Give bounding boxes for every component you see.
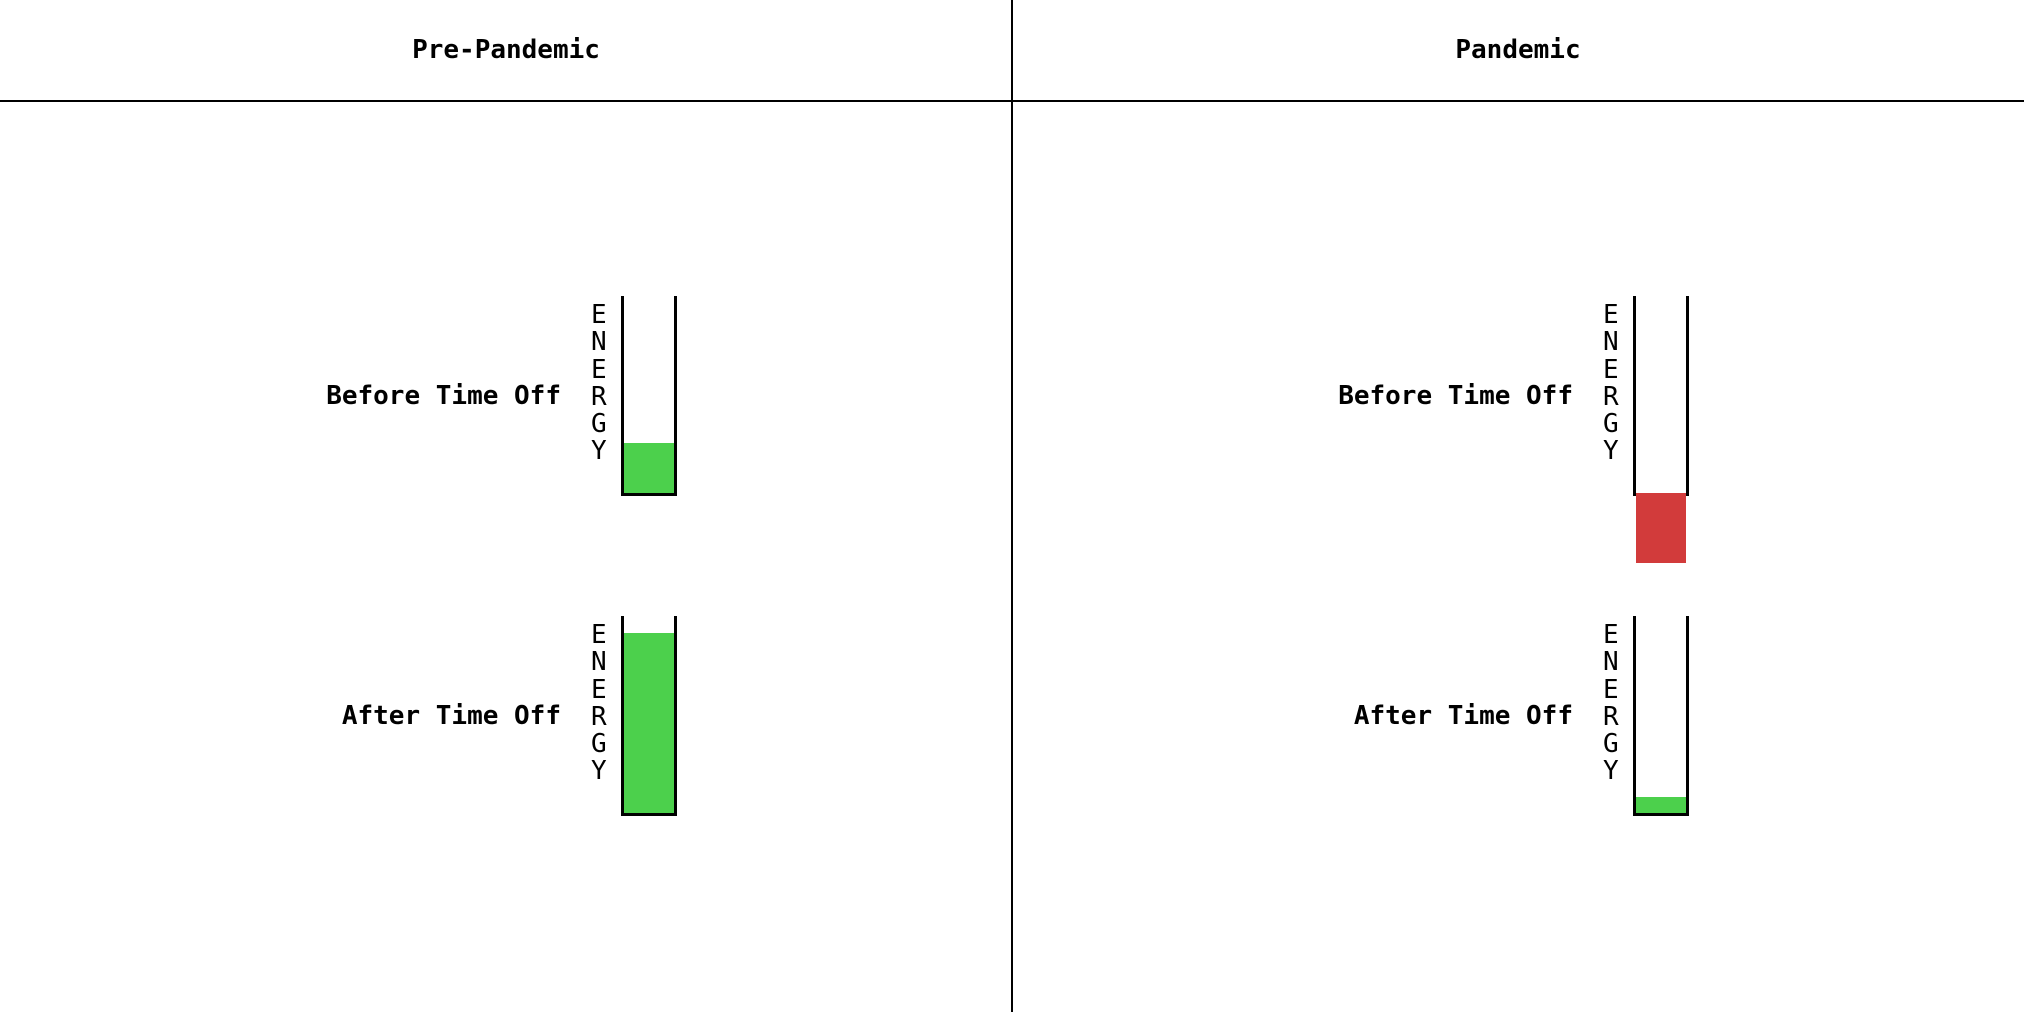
energy-gauge: ENERGY — [1603, 616, 1723, 816]
vertical-divider — [1011, 0, 1013, 1012]
row-label: After Time Off — [1313, 701, 1573, 731]
row-label: Before Time Off — [1313, 381, 1573, 411]
gauge-fill-overflow — [1636, 493, 1686, 563]
gauge-tube — [621, 616, 677, 816]
row-left-before: Before Time Off ENERGY — [60, 296, 952, 496]
comparison-grid: Pre-Pandemic Pandemic Before Time Off EN… — [0, 0, 2024, 1012]
gauge-fill — [1636, 797, 1686, 813]
gauge-fill — [624, 633, 674, 813]
gauge-tube — [621, 296, 677, 496]
row-right-after: After Time Off ENERGY — [1072, 616, 1964, 816]
row-label: Before Time Off — [301, 381, 561, 411]
axis-label-energy: ENERGY — [591, 296, 607, 466]
row-left-after: After Time Off ENERGY — [60, 616, 952, 816]
gauge-tube — [1633, 616, 1689, 816]
panel-pre-pandemic: Before Time Off ENERGY After Time Off EN… — [0, 100, 1012, 1012]
gauge-tube — [1633, 296, 1689, 496]
panel-pandemic: Before Time Off ENERGY After Time Off EN… — [1012, 100, 2024, 1012]
energy-gauge: ENERGY — [1603, 296, 1723, 496]
energy-gauge: ENERGY — [591, 296, 711, 496]
column-header-left: Pre-Pandemic — [0, 0, 1012, 100]
horizontal-divider — [0, 100, 2024, 102]
row-label: After Time Off — [301, 701, 561, 731]
row-right-before: Before Time Off ENERGY — [1072, 296, 1964, 496]
axis-label-energy: ENERGY — [1603, 296, 1619, 466]
energy-gauge: ENERGY — [591, 616, 711, 816]
gauge-fill — [624, 443, 674, 493]
axis-label-energy: ENERGY — [591, 616, 607, 786]
column-header-right: Pandemic — [1012, 0, 2024, 100]
axis-label-energy: ENERGY — [1603, 616, 1619, 786]
